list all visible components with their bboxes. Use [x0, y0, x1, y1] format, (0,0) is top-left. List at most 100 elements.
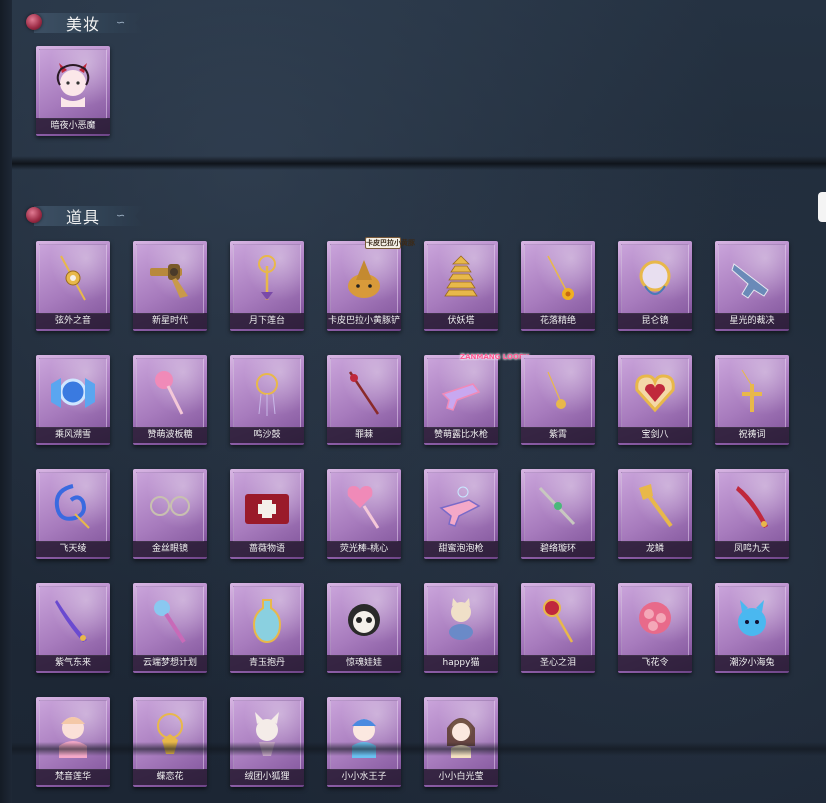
item-card[interactable]: 凤鸣九天: [715, 469, 789, 559]
item-card[interactable]: happy猫: [424, 583, 498, 673]
item-card[interactable]: 新星时代: [133, 241, 207, 331]
item-card[interactable]: 龙鳞: [618, 469, 692, 559]
lotus-scepter-icon: [238, 249, 296, 307]
jade-vase-icon: [238, 591, 296, 649]
item-card[interactable]: ZANMANG LOOPY 赞萌露比水枪: [424, 353, 529, 445]
item-label: 鸣沙鼓: [230, 427, 304, 443]
section-header-makeup: 美妆 ∽: [24, 10, 146, 36]
scroll-handle[interactable]: [818, 192, 826, 222]
item-label: 青玉抱丹: [230, 655, 304, 671]
item-label: 月下莲台: [230, 313, 304, 329]
item-card[interactable]: 宝剑八: [618, 355, 692, 445]
section-header-props: 道具 ∽: [24, 203, 146, 229]
bubble-gun-icon: [432, 477, 490, 535]
jade-sword-icon: [529, 477, 587, 535]
item-label: 圣心之泪: [521, 655, 595, 671]
item-card[interactable]: 昆仑镜: [618, 241, 692, 331]
item-label: 星光的裁决: [715, 313, 789, 329]
item-card[interactable]: 甜蜜泡泡枪: [424, 469, 498, 559]
item-label: 赞萌露比水枪: [424, 427, 498, 443]
pendant-staff-icon: [44, 249, 102, 307]
item-label: 卡皮巴拉小黄豚铲: [327, 313, 401, 329]
section-title: 道具: [66, 208, 101, 227]
item-card[interactable]: 花落精绝: [521, 241, 595, 331]
item-label: happy猫: [424, 655, 498, 671]
cross-icon: [723, 363, 781, 421]
item-card[interactable]: 暗夜小恶魔: [36, 46, 110, 136]
item-label: 罪棘: [327, 427, 401, 443]
item-card[interactable]: 青玉抱丹: [230, 583, 304, 673]
item-card[interactable]: 祝祷词: [715, 355, 789, 445]
item-card[interactable]: 卡皮巴拉小黄豚 卡皮巴拉小黄豚铲: [327, 237, 415, 331]
ruby-scepter-icon: [529, 591, 587, 649]
item-label: 昆仑镜: [618, 313, 692, 329]
item-card[interactable]: 弦外之音: [36, 241, 110, 331]
flower-pendulum-icon: [529, 249, 587, 307]
item-card[interactable]: 金丝眼镜: [133, 469, 207, 559]
flower-lantern-icon: [626, 591, 684, 649]
item-card[interactable]: 赞萌波板糖: [133, 355, 207, 445]
thorn-staff-icon: [335, 363, 393, 421]
heart-locket-icon: [626, 363, 684, 421]
skull-doll-icon: [335, 591, 393, 649]
heart-wand-icon: [335, 477, 393, 535]
item-label: 赞萌波板糖: [133, 427, 207, 443]
background: [0, 0, 826, 803]
item-label: 甜蜜泡泡枪: [424, 541, 498, 557]
medkit-icon: [238, 477, 296, 535]
item-label: 碧络璇环: [521, 541, 595, 557]
item-label: 花落精绝: [521, 313, 595, 329]
pagoda-icon: [432, 249, 490, 307]
item-label: 绒团小狐狸: [230, 769, 304, 785]
lollipop-icon: [141, 363, 199, 421]
mirror-icon: [626, 249, 684, 307]
item-label: 伏妖塔: [424, 313, 498, 329]
happy-cat-icon: [432, 591, 490, 649]
pendant-icon: [529, 363, 587, 421]
item-card[interactable]: 罪棘: [327, 355, 401, 445]
section-title: 美妆: [66, 15, 101, 34]
item-card[interactable]: 乘风溯雪: [36, 355, 110, 445]
item-card[interactable]: 飞天绫: [36, 469, 110, 559]
item-label: 小小白光莹: [424, 769, 498, 785]
item-card[interactable]: 鸣沙鼓: [230, 355, 304, 445]
item-card[interactable]: 荧光棒-桃心: [327, 469, 401, 559]
water-gun-icon: [432, 363, 490, 421]
phoenix-blade-icon: [723, 477, 781, 535]
golden-shovel-icon: [626, 477, 684, 535]
item-label: 弦外之音: [36, 313, 110, 329]
item-card[interactable]: 紫气东来: [36, 583, 110, 673]
item-card[interactable]: 潮汐小海兔: [715, 583, 789, 673]
item-label: 小小水王子: [327, 769, 401, 785]
item-label: 龙鳞: [618, 541, 692, 557]
item-card[interactable]: 伏妖塔: [424, 241, 498, 331]
item-label: 乘风溯雪: [36, 427, 110, 443]
ribbon-icon: [44, 477, 102, 535]
item-label: 祝祷词: [715, 427, 789, 443]
item-card[interactable]: 惊魂娃娃: [327, 583, 401, 673]
item-label: 飞花令: [618, 655, 692, 671]
devil-girl-icon: [44, 54, 102, 112]
item-card[interactable]: 蔷薇物语: [230, 469, 304, 559]
item-card[interactable]: 飞花令: [618, 583, 692, 673]
purple-sabre-icon: [44, 591, 102, 649]
item-label: 宝剑八: [618, 427, 692, 443]
item-card[interactable]: 云端梦想计划: [133, 583, 207, 673]
item-label: 金丝眼镜: [133, 541, 207, 557]
orb-icon: [26, 207, 42, 223]
item-label: 蝶恋花: [133, 769, 207, 785]
item-card[interactable]: 月下莲台: [230, 241, 304, 331]
flourish-icon: ∽: [116, 16, 126, 29]
item-label: 暗夜小恶魔: [36, 118, 110, 134]
item-label: 新星时代: [133, 313, 207, 329]
item-card[interactable]: 碧络璇环: [521, 469, 595, 559]
sea-bunny-icon: [723, 591, 781, 649]
item-card[interactable]: 圣心之泪: [521, 583, 595, 673]
dreamcatcher-icon: [238, 363, 296, 421]
item-card[interactable]: 紫霄: [521, 355, 595, 445]
item-card[interactable]: 星光的裁决: [715, 241, 789, 331]
section-divider: [12, 156, 826, 170]
item-label: 飞天绫: [36, 541, 110, 557]
item-label: 荧光棒-桃心: [327, 541, 401, 557]
item-label: 紫霄: [521, 427, 595, 443]
